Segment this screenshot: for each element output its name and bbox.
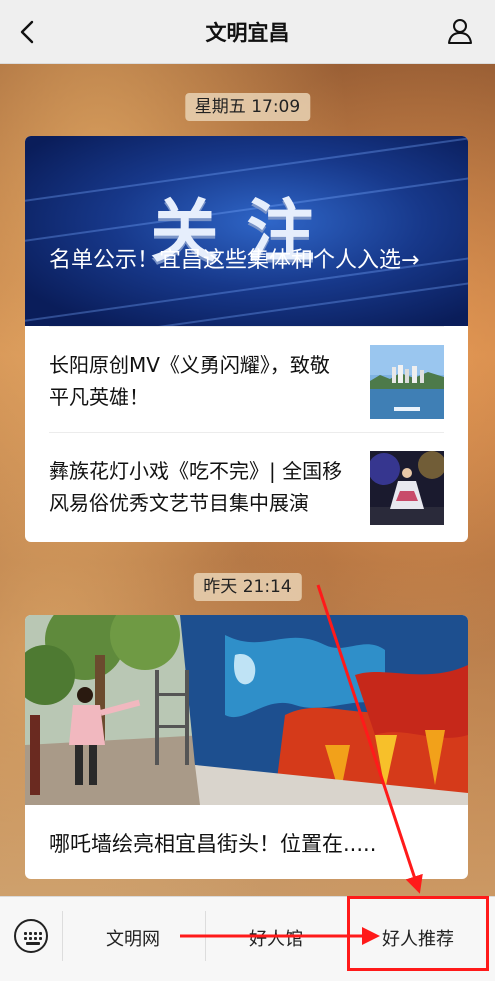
message-timestamp: 昨天 21:14 [193, 573, 302, 601]
river-city-thumbnail [370, 345, 444, 419]
back-arrow-icon[interactable] [14, 18, 42, 46]
list-item[interactable]: 彝族花灯小戏《吃不完》| 全国移风易俗优秀文艺节目集中展演 [49, 432, 444, 538]
article-card[interactable]: 哪吒墙绘亮相宜昌街头！位置在..... [25, 615, 468, 879]
menu-item-wenmingwang[interactable]: 文明网 [62, 925, 204, 951]
stage-performance-thumbnail [370, 451, 444, 525]
article-caption[interactable]: 哪吒墙绘亮相宜昌街头！位置在..... [25, 809, 468, 879]
list-item-title: 长阳原创MV《义勇闪耀》，致敬平凡英雄！ [49, 353, 330, 409]
hero-headline[interactable]: 名单公示！宜昌这些集体和个人入选→ [49, 244, 448, 278]
article-card[interactable]: 关注 名单公示！宜昌这些集体和个人入选→ 长阳原创MV《义勇闪耀》，致敬平凡英雄… [25, 136, 468, 542]
page-title: 文明宜昌 [205, 20, 290, 45]
top-bar: 文明宜昌 [0, 0, 495, 64]
hero-article[interactable]: 关注 名单公示！宜昌这些集体和个人入选→ [25, 136, 468, 326]
user-profile-icon[interactable] [445, 16, 475, 46]
menu-item-haorenguan[interactable]: 好人馆 [205, 925, 347, 951]
highlight-box [347, 896, 489, 971]
message-timestamp: 星期五 17:09 [184, 93, 311, 121]
list-item-title: 彝族花灯小戏《吃不完》| 全国移风易俗优秀文艺节目集中展演 [49, 459, 343, 515]
keyboard-toggle-icon[interactable] [14, 919, 48, 953]
mural-street-photo [25, 615, 468, 805]
list-item[interactable]: 长阳原创MV《义勇闪耀》，致敬平凡英雄！ [49, 326, 444, 432]
